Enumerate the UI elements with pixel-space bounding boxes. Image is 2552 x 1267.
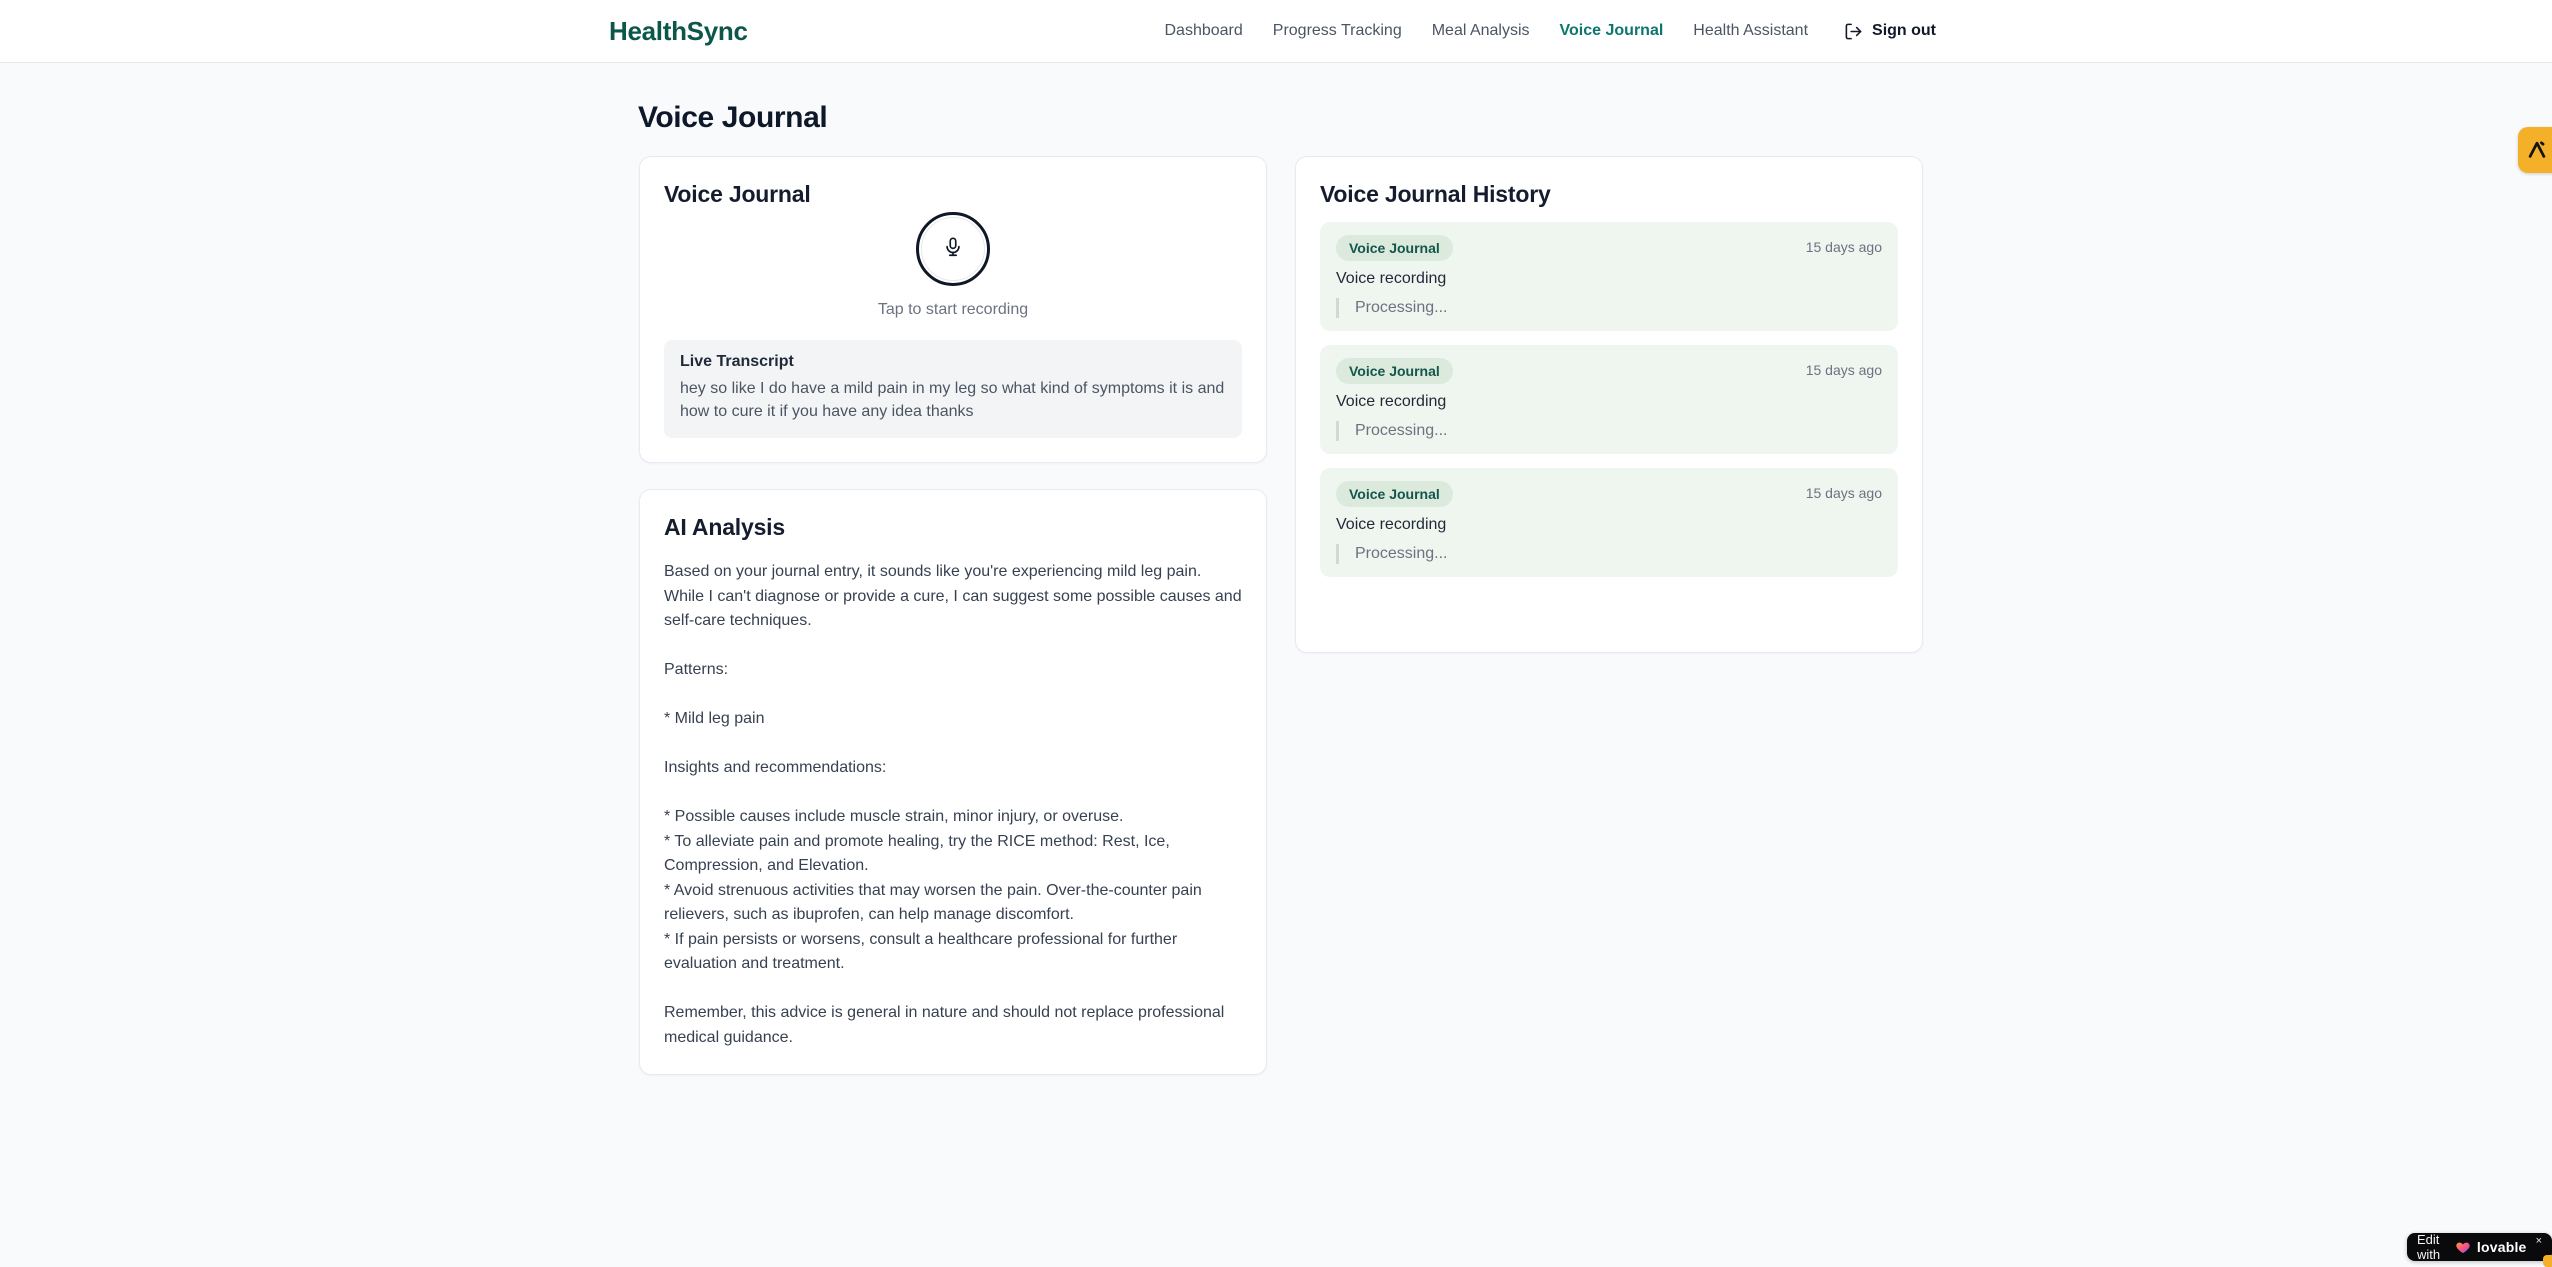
left-column: Voice Journal Tap to start recording Liv… bbox=[639, 156, 1267, 1075]
entry-title: Voice recording bbox=[1336, 516, 1447, 533]
edit-badge-prefix: Edit with bbox=[2417, 1232, 2441, 1262]
ai-analysis-card: AI Analysis Based on your journal entry,… bbox=[639, 489, 1267, 1075]
nav-item-progress-tracking[interactable]: Progress Tracking bbox=[1273, 22, 1402, 40]
right-column: Voice Journal History Voice Journal 15 d… bbox=[1295, 156, 1923, 653]
navbar-inner: HealthSync Dashboard Progress Tracking M… bbox=[609, 0, 1936, 62]
edit-badge-brand: lovable bbox=[2476, 1239, 2527, 1255]
nav-links: Dashboard Progress Tracking Meal Analysi… bbox=[1165, 22, 1937, 41]
recorder-card-title: Voice Journal bbox=[664, 181, 811, 207]
entry-type-badge: Voice Journal bbox=[1336, 481, 1453, 507]
nav-item-voice-journal[interactable]: Voice Journal bbox=[1560, 22, 1664, 40]
top-navbar: HealthSync Dashboard Progress Tracking M… bbox=[0, 0, 2552, 63]
record-button[interactable] bbox=[916, 212, 990, 286]
sign-out-label: Sign out bbox=[1872, 22, 1936, 39]
nav-item-meal-analysis[interactable]: Meal Analysis bbox=[1432, 22, 1530, 40]
lovable-side-badge[interactable] bbox=[2518, 127, 2552, 173]
nav-item-health-assistant[interactable]: Health Assistant bbox=[1693, 22, 1808, 40]
sign-out-button[interactable]: Sign out bbox=[1844, 22, 1936, 41]
nav-item-dashboard[interactable]: Dashboard bbox=[1165, 22, 1243, 40]
entry-timestamp: 15 days ago bbox=[1805, 362, 1882, 378]
entry-head: Voice Journal 15 days ago bbox=[1336, 358, 1882, 384]
entry-title: Voice recording bbox=[1336, 393, 1447, 410]
entry-head: Voice Journal 15 days ago bbox=[1336, 481, 1882, 507]
microphone-icon bbox=[942, 236, 964, 263]
voice-journal-history-card: Voice Journal History Voice Journal 15 d… bbox=[1295, 156, 1923, 653]
tap-to-record-hint: Tap to start recording bbox=[877, 301, 1029, 318]
voice-journal-recorder-card: Voice Journal Tap to start recording Liv… bbox=[639, 156, 1267, 463]
entry-timestamp: 15 days ago bbox=[1805, 485, 1882, 501]
entry-status: Processing... bbox=[1336, 298, 1882, 318]
entry-status: Processing... bbox=[1336, 544, 1882, 564]
entry-timestamp: 15 days ago bbox=[1805, 239, 1882, 255]
edit-with-lovable-badge[interactable]: Edit with lovable × bbox=[2407, 1232, 2552, 1262]
lovable-mark-icon bbox=[2518, 139, 2548, 161]
log-out-icon bbox=[1844, 22, 1863, 41]
live-transcript-box: Live Transcript hey so like I do have a … bbox=[664, 340, 1242, 438]
entry-status: Processing... bbox=[1336, 421, 1882, 441]
history-entry[interactable]: Voice Journal 15 days ago Voice recordin… bbox=[1320, 222, 1898, 331]
live-transcript-label: Live Transcript bbox=[680, 353, 794, 370]
entry-type-badge: Voice Journal bbox=[1336, 358, 1453, 384]
close-icon[interactable]: × bbox=[2536, 1235, 2542, 1247]
corner-accent-chip bbox=[2543, 1255, 2552, 1267]
entry-title: Voice recording bbox=[1336, 270, 1447, 287]
live-transcript-text: hey so like I do have a mild pain in my … bbox=[680, 380, 1225, 420]
heart-icon bbox=[2455, 1240, 2471, 1255]
brand-logo[interactable]: HealthSync bbox=[609, 16, 748, 47]
mic-area: Tap to start recording bbox=[664, 212, 1242, 319]
entry-head: Voice Journal 15 days ago bbox=[1336, 235, 1882, 261]
history-entry[interactable]: Voice Journal 15 days ago Voice recordin… bbox=[1320, 468, 1898, 577]
history-entries: Voice Journal 15 days ago Voice recordin… bbox=[1320, 222, 1898, 577]
ai-analysis-body: Based on your journal entry, it sounds l… bbox=[664, 563, 1242, 1046]
history-card-title: Voice Journal History bbox=[1320, 181, 1551, 207]
page-title: Voice Journal bbox=[638, 101, 828, 134]
entry-type-badge: Voice Journal bbox=[1336, 235, 1453, 261]
ai-analysis-title: AI Analysis bbox=[664, 514, 785, 540]
history-entry[interactable]: Voice Journal 15 days ago Voice recordin… bbox=[1320, 345, 1898, 454]
